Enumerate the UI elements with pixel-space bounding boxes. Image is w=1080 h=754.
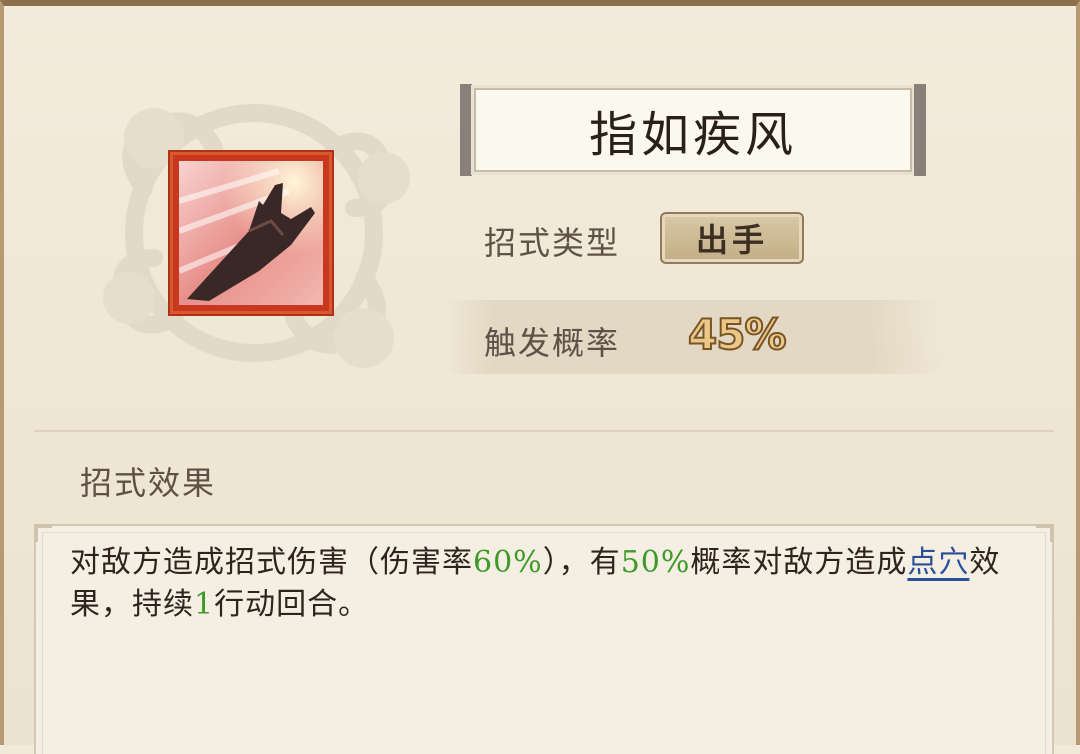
skill-detail-panel: 指如疾风 招式类型 出手 触发概率 45% 招式效果 对敌方造成招式伤害（伤害率… xyxy=(0,0,1080,754)
skill-title-plate: 指如疾风 xyxy=(460,84,926,176)
section-divider xyxy=(34,430,1054,432)
status-effect-link[interactable]: 点穴 xyxy=(907,545,969,580)
effect-section-label: 招式效果 xyxy=(80,464,217,502)
effect-text-part: 对敌方造成招式伤害（伤害率 xyxy=(70,545,473,580)
effect-text-part: 行动回合。 xyxy=(214,587,370,622)
title-bracket-right xyxy=(914,84,926,176)
skill-name: 指如疾风 xyxy=(588,107,797,163)
panel-corner-ornament xyxy=(1036,524,1054,542)
title-box: 指如疾风 xyxy=(471,85,915,175)
skill-type-value: 出手 xyxy=(695,221,768,259)
effect-description: 对敌方造成招式伤害（伤害率60%），有50%概率对敌方造成点穴效果，持续1行动回… xyxy=(70,542,1010,626)
panel-corner-ornament xyxy=(34,524,52,542)
effect-text-part: 概率对敌方造成 xyxy=(690,545,908,580)
skill-type-badge: 出手 xyxy=(660,212,804,264)
trigger-rate-value: 45% xyxy=(687,309,788,360)
title-bracket-left xyxy=(460,84,472,176)
effect-chance-value: 50% xyxy=(620,545,691,580)
effect-text-part: ），有 xyxy=(542,545,621,580)
hand-strike-icon xyxy=(179,161,323,305)
skill-icon-frame[interactable] xyxy=(170,152,332,314)
damage-rate-value: 60% xyxy=(473,545,543,580)
trigger-rate-label: 触发概率 xyxy=(484,324,621,362)
duration-value: 1 xyxy=(194,587,215,622)
skill-type-label: 招式类型 xyxy=(484,224,621,262)
effect-description-panel: 对敌方造成招式伤害（伤害率60%），有50%概率对敌方造成点穴效果，持续1行动回… xyxy=(34,524,1054,754)
